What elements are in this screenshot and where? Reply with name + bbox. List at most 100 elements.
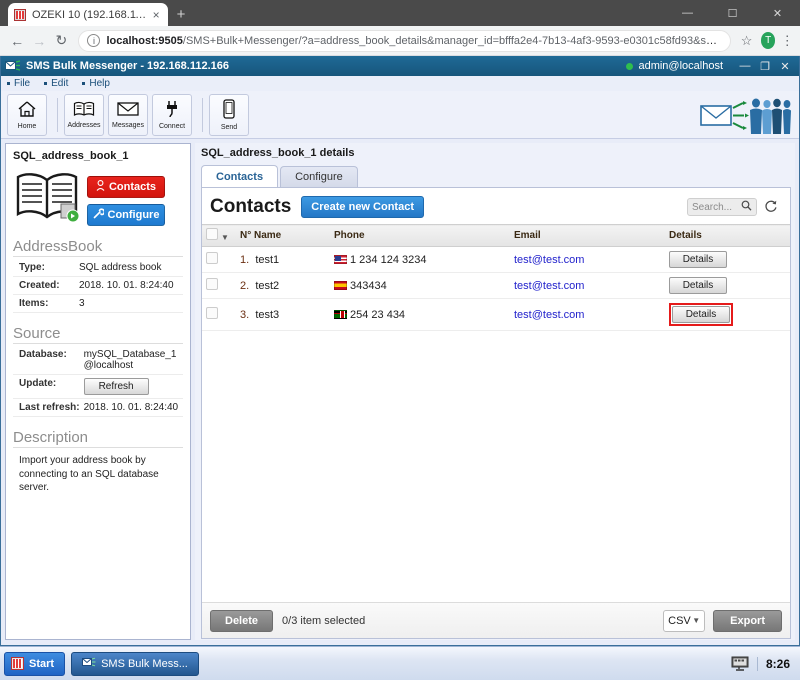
export-format-value: CSV <box>668 615 691 627</box>
sidebar-action-buttons: Contacts Configure <box>87 168 165 226</box>
logged-in-user: admin@localhost <box>638 60 723 72</box>
row-details-cell: Details <box>665 247 790 273</box>
flag-us-icon <box>334 255 347 264</box>
details-main-panel: SQL_address_book_1 details Contacts Conf… <box>195 143 795 640</box>
column-details: Details <box>665 225 790 247</box>
sidebar-header-row: Contacts Configure <box>13 168 183 226</box>
start-button[interactable]: Start <box>4 652 65 676</box>
app-menubar: File Edit Help <box>1 76 799 91</box>
taskbar-item-label: SMS Bulk Mess... <box>101 658 188 670</box>
back-button[interactable]: ← <box>6 28 28 54</box>
browser-tab[interactable]: OZEKI 10 (192.168.112.166) × <box>8 3 168 26</box>
app-minimize-button[interactable]: — <box>735 60 755 72</box>
ozeki-brand-graphic <box>699 94 791 136</box>
bookmark-star-icon[interactable]: ☆ <box>737 33 756 49</box>
property-row-items: Items: 3 <box>13 295 183 313</box>
row-email[interactable]: test@test.com <box>514 309 584 321</box>
app-body: SQL_address_book_1 <box>1 139 799 639</box>
site-info-icon[interactable]: i <box>87 34 100 47</box>
browser-maximize-button[interactable]: ☐ <box>710 0 755 26</box>
ozeki-favicon-icon <box>14 9 26 21</box>
table-header-row: ▼ N° Name Phone Email Details <box>202 225 790 247</box>
flag-es-icon <box>334 281 347 290</box>
row-email-cell: test@test.com <box>510 299 665 331</box>
refresh-button[interactable]: Refresh <box>84 378 149 395</box>
search-input[interactable]: Search... <box>687 198 757 216</box>
column-phone[interactable]: Phone <box>330 225 510 247</box>
browser-close-button[interactable]: ✕ <box>755 0 800 26</box>
tab-configure[interactable]: Configure <box>280 166 358 187</box>
app-titlebar-right: admin@localhost — ❐ ✕ <box>626 60 795 73</box>
row-checkbox-cell <box>202 299 236 331</box>
menu-help[interactable]: Help <box>82 78 110 89</box>
label-created: Created: <box>13 277 77 295</box>
row-phone: 1 234 124 3234 <box>350 254 426 266</box>
property-row-type: Type: SQL address book <box>13 259 183 277</box>
contacts-button[interactable]: Contacts <box>87 176 165 198</box>
row-checkbox[interactable] <box>206 278 218 290</box>
row-email[interactable]: test@test.com <box>514 254 584 266</box>
contacts-button-label: Contacts <box>109 181 156 193</box>
details-button[interactable]: Details <box>669 277 727 294</box>
address-book-large-icon <box>13 168 83 226</box>
selection-status: 0/3 item selected <box>282 615 365 627</box>
contacts-footer: Delete 0/3 item selected CSV ▼ Export <box>202 602 790 638</box>
column-email[interactable]: Email <box>510 225 665 247</box>
contacts-table: ▼ N° Name Phone Email Details <box>202 224 790 331</box>
details-button[interactable]: Details <box>669 251 727 268</box>
menu-edit[interactable]: Edit <box>44 78 68 89</box>
row-checkbox[interactable] <box>206 252 218 264</box>
row-number: 2. <box>240 280 249 292</box>
address-bar[interactable]: i localhost:9505/SMS+Bulk+Messenger/?a=a… <box>78 30 731 52</box>
toolbar-button-messages[interactable]: Messages <box>108 94 148 136</box>
toolbar-button-addresses[interactable]: Addresses <box>64 94 104 136</box>
toolbar-button-connect[interactable]: Connect <box>152 94 192 136</box>
export-button[interactable]: Export <box>713 610 782 632</box>
select-all-checkbox[interactable] <box>206 228 218 240</box>
row-name: test3 <box>255 309 279 321</box>
taskbar-item-sms-bulk-messenger[interactable]: SMS Bulk Mess... <box>71 652 199 676</box>
app-toolbar: Home Addresses Messages Connect <box>1 91 799 139</box>
toolbar-button-home[interactable]: Home <box>7 94 47 136</box>
label-update: Update: <box>13 375 82 399</box>
row-checkbox[interactable] <box>206 307 218 319</box>
delete-button[interactable]: Delete <box>210 610 273 632</box>
details-button[interactable]: Details <box>672 306 730 323</box>
source-section-heading: Source <box>13 325 183 344</box>
row-name: test1 <box>255 254 279 266</box>
create-new-contact-button[interactable]: Create new Contact <box>301 196 424 218</box>
app-close-button[interactable]: ✕ <box>775 60 795 73</box>
table-row[interactable]: 3. test3 254 23 434 test@test.com Detail… <box>202 299 790 331</box>
export-format-select[interactable]: CSV ▼ <box>663 610 705 632</box>
app-maximize-button[interactable]: ❐ <box>755 60 775 73</box>
toolbar-label-addresses: Addresses <box>67 122 100 129</box>
chevron-down-icon[interactable]: ▼ <box>221 233 229 242</box>
refresh-icon[interactable] <box>764 199 778 216</box>
new-tab-button[interactable]: + <box>168 3 194 26</box>
chevron-down-icon: ▼ <box>692 616 700 625</box>
menu-file[interactable]: File <box>7 78 30 89</box>
row-email[interactable]: test@test.com <box>514 280 584 292</box>
table-row[interactable]: 2. test2 343434 test@test.com Details <box>202 273 790 299</box>
browser-minimize-button[interactable]: — <box>665 0 710 26</box>
row-checkbox-cell <box>202 247 236 273</box>
row-phone-cell: 254 23 434 <box>330 299 510 331</box>
taskbar-clock[interactable]: 8:26 <box>757 657 790 671</box>
search-icon[interactable] <box>741 200 752 214</box>
display-monitor-icon[interactable] <box>731 656 749 671</box>
toolbar-button-send[interactable]: Send <box>209 94 249 136</box>
reload-button[interactable]: ↻ <box>50 28 72 54</box>
start-logo-icon <box>11 657 24 670</box>
profile-avatar[interactable]: T <box>761 32 775 49</box>
table-row[interactable]: 1. test1 1 234 124 3234 test@test.com De… <box>202 247 790 273</box>
column-name[interactable]: N° Name <box>236 225 330 247</box>
tab-close-icon[interactable]: × <box>150 9 162 21</box>
value-database: mySQL_Database_1@localhost <box>82 346 183 375</box>
chrome-menu-icon[interactable]: ⋮ <box>780 36 794 45</box>
configure-button[interactable]: Configure <box>87 204 165 226</box>
tab-contacts[interactable]: Contacts <box>201 165 278 187</box>
taskbar: Start SMS Bulk Mess... 8:26 <box>0 646 800 680</box>
toolbar-label-send: Send <box>221 124 237 131</box>
forward-button[interactable]: → <box>28 28 50 54</box>
row-phone-cell: 1 234 124 3234 <box>330 247 510 273</box>
